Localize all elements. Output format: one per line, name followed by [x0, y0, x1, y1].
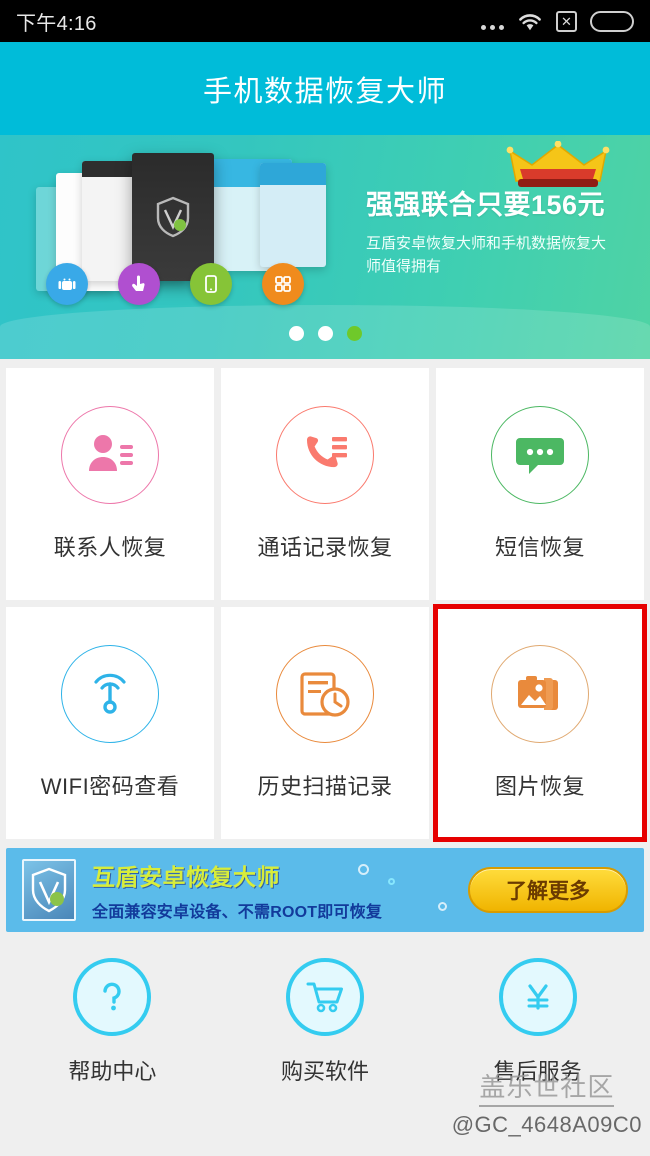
pagination-dot-2[interactable] [318, 326, 333, 341]
tile-scan-history[interactable]: 历史扫描记录 [221, 607, 429, 839]
photo-icon [491, 645, 589, 743]
contacts-icon [61, 406, 159, 504]
footer-label: 帮助中心 [68, 1054, 156, 1086]
tile-call-log-recovery[interactable]: 通话记录恢复 [221, 368, 429, 600]
ad-subtitle: 全面兼容安卓设备、不需ROOT即可恢复 [92, 898, 468, 922]
pagination-dot-1[interactable] [289, 326, 304, 341]
tile-label: 图片恢复 [495, 769, 585, 801]
status-icon-group: ✕ [481, 11, 634, 32]
status-bar: 下午4:16 ✕ [0, 0, 650, 42]
scan-history-icon [276, 645, 374, 743]
ad-title: 互盾安卓恢复大师 [92, 858, 468, 892]
yuan-currency-icon [499, 958, 577, 1036]
crown-badge-icon [506, 141, 610, 191]
status-time: 下午4:16 [16, 7, 97, 36]
page-title: 手机数据恢复大师 [203, 68, 447, 110]
tile-label: 通话记录恢复 [257, 530, 392, 562]
footer-item-help[interactable]: 帮助中心 [6, 958, 219, 1086]
footer-shortcuts: 帮助中心 购买软件 售后服务 [0, 932, 650, 1086]
promo-banner[interactable]: 强强联合只要156元 互盾安卓恢复大师和手机数据恢复大师值得拥有 [0, 135, 650, 359]
bubble-decor-icon [438, 902, 447, 911]
banner-pagination-dots[interactable] [0, 326, 650, 341]
touch-hand-icon [118, 263, 160, 305]
banner-screenshot-6 [260, 163, 326, 267]
sms-icon [491, 406, 589, 504]
ad-banner-container: 互盾安卓恢复大师 全面兼容安卓设备、不需ROOT即可恢复 了解更多 [0, 839, 650, 932]
tile-label: 联系人恢复 [54, 530, 167, 562]
banner-subtitle: 互盾安卓恢复大师和手机数据恢复大师值得拥有 [366, 233, 614, 278]
ad-text-block: 互盾安卓恢复大师 全面兼容安卓设备、不需ROOT即可恢复 [92, 858, 468, 922]
phone-icon [190, 263, 232, 305]
watermark-handle: @GC_4648A09C0 [452, 1112, 642, 1138]
banner-text-block: 强强联合只要156元 互盾安卓恢复大师和手机数据恢复大师值得拥有 [366, 183, 638, 278]
wifi-signal-icon [61, 645, 159, 743]
tile-contacts-recovery[interactable]: 联系人恢复 [6, 368, 214, 600]
bubble-decor-icon [388, 878, 395, 885]
no-sim-icon: ✕ [556, 11, 577, 32]
shopping-cart-icon [286, 958, 364, 1036]
grid-icon [262, 263, 304, 305]
tile-sms-recovery[interactable]: 短信恢复 [436, 368, 644, 600]
learn-more-button[interactable]: 了解更多 [468, 867, 628, 913]
footer-item-service[interactable]: 售后服务 [431, 958, 644, 1086]
tile-label: WIFI密码查看 [41, 769, 179, 801]
footer-label: 购买软件 [281, 1054, 369, 1086]
android-icon [46, 263, 88, 305]
ad-banner[interactable]: 互盾安卓恢复大师 全面兼容安卓设备、不需ROOT即可恢复 了解更多 [6, 848, 644, 932]
wifi-icon [517, 12, 543, 31]
question-mark-icon [73, 958, 151, 1036]
tile-wifi-password[interactable]: WIFI密码查看 [6, 607, 214, 839]
bubble-decor-icon [358, 864, 369, 875]
more-dots-icon [481, 12, 504, 30]
battery-icon [590, 11, 634, 32]
footer-label: 售后服务 [494, 1054, 582, 1086]
tile-label: 历史扫描记录 [257, 769, 392, 801]
shield-android-icon [22, 859, 76, 921]
app-header: 手机数据恢复大师 [0, 42, 650, 135]
feature-grid: 联系人恢复 通话记录恢复 短信恢复 [0, 359, 650, 839]
pagination-dot-3[interactable] [347, 326, 362, 341]
shield-icon [154, 195, 192, 239]
tile-label: 短信恢复 [495, 530, 585, 562]
footer-item-buy[interactable]: 购买软件 [219, 958, 432, 1086]
call-log-icon [276, 406, 374, 504]
banner-feature-icons [46, 263, 304, 305]
banner-screenshot-4 [132, 153, 214, 281]
tile-photo-recovery[interactable]: 图片恢复 [436, 607, 644, 839]
